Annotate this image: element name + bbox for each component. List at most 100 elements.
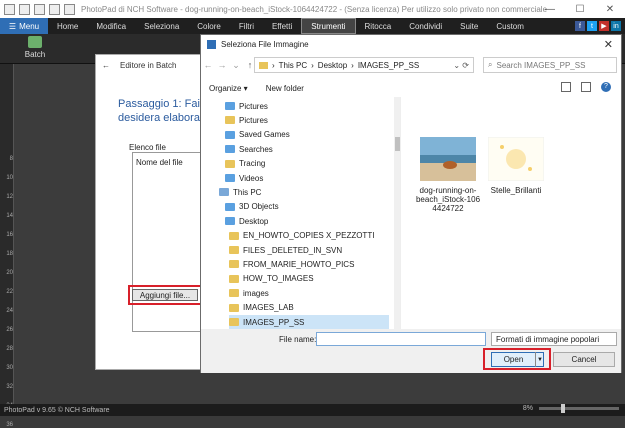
tree-item[interactable]: Pictures: [225, 99, 268, 113]
file-item-dog-label: dog-running-on-beach_iStock-106 4424722: [415, 186, 481, 213]
tree-item[interactable]: 3D Objects: [225, 200, 279, 214]
folder-icon: [225, 145, 235, 154]
recent-locations-icon[interactable]: ⌄: [229, 60, 243, 71]
tree-item-label: Desktop: [239, 216, 269, 226]
ruler-tick: 32: [6, 384, 13, 390]
folder-icon: [225, 130, 235, 139]
youtube-icon[interactable]: ▶: [599, 21, 609, 31]
tree-scrollbar[interactable]: [394, 97, 400, 361]
zoom-slider-knob[interactable]: [561, 404, 565, 413]
tree-item[interactable]: HOW_TO_IMAGES: [229, 272, 314, 286]
tab-suite[interactable]: Suite: [451, 18, 487, 34]
close-icon[interactable]: ✕: [595, 0, 625, 18]
preview-pane-icon[interactable]: [581, 82, 591, 92]
tree-item[interactable]: IMAGES_LAB: [229, 301, 294, 315]
forward-icon[interactable]: →: [215, 60, 229, 70]
folder-icon: [229, 246, 239, 254]
dialog-close-icon[interactable]: ✕: [604, 38, 613, 51]
tab-ritocca[interactable]: Ritocca: [356, 18, 401, 34]
window-title: PhotoPad di NCH Software - dog-running-o…: [81, 4, 548, 14]
ruler-tick: 22: [6, 289, 13, 295]
main-menu-button[interactable]: ☰ Menu: [0, 18, 48, 34]
minimize-icon[interactable]: —: [535, 0, 565, 18]
back-arrow-icon[interactable]: ←: [102, 61, 110, 70]
organize-button[interactable]: Organize ▾: [209, 84, 248, 93]
tree-item[interactable]: Desktop: [225, 214, 268, 228]
tab-seleziona[interactable]: Seleziona: [135, 18, 188, 34]
tab-filtri[interactable]: Filtri: [230, 18, 263, 34]
vertical-ruler: 81012141618202224262830323436: [0, 64, 14, 428]
tab-modifica[interactable]: Modifica: [87, 18, 135, 34]
breadcrumb-this-pc[interactable]: This PC: [279, 61, 307, 70]
view-options-icon[interactable]: [561, 82, 571, 92]
file-view[interactable]: dog-running-on-beach_iStock-106 4424722 S…: [411, 97, 621, 361]
tree-item[interactable]: This PC: [219, 185, 261, 199]
tree-item[interactable]: EN_HOWTO_COPIES X_PEZZOTTI: [229, 229, 374, 243]
new-icon[interactable]: [64, 3, 75, 15]
search-box[interactable]: ⌕ Search IMAGES_PP_SS: [483, 57, 617, 73]
address-bar[interactable]: › This PC › Desktop › IMAGES_PP_SS ⌄ ⟳: [254, 57, 474, 73]
address-row: ← → ⌄ ↑ › This PC › Desktop › IMAGES_PP_…: [201, 55, 621, 75]
twitter-icon[interactable]: t: [587, 21, 597, 31]
tree-item-label: FROM_MARIE_HOWTO_PICS: [243, 259, 355, 269]
back-icon[interactable]: ←: [201, 60, 215, 70]
tab-effetti[interactable]: Effetti: [263, 18, 301, 34]
folder-icon: [219, 188, 229, 197]
folder-icon: [225, 102, 235, 110]
tree-item-label: Searches: [239, 144, 273, 154]
file-name-input[interactable]: [316, 332, 486, 346]
linkedin-icon[interactable]: in: [611, 21, 621, 31]
tree-item[interactable]: Pictures: [225, 113, 268, 127]
tab-condividi[interactable]: Condividi: [400, 18, 451, 34]
menu-bar: ☰ Menu Home Modifica Seleziona Colore Filtri…: [0, 18, 625, 34]
folder-icon: [229, 289, 239, 298]
help-icon[interactable]: ?: [601, 82, 611, 92]
tree-item[interactable]: Searches: [225, 142, 273, 156]
cancel-button[interactable]: Cancel: [553, 352, 615, 367]
tree-item-label: This PC: [233, 187, 262, 197]
folder-icon: [225, 159, 235, 168]
tab-home[interactable]: Home: [48, 18, 87, 34]
dialog-title: Seleziona File Immagine: [221, 39, 309, 49]
new-folder-button[interactable]: New folder: [266, 84, 304, 93]
save-icon[interactable]: [19, 3, 30, 15]
redo-icon[interactable]: [49, 3, 60, 15]
refresh-icon[interactable]: ⌄ ⟳: [453, 61, 469, 70]
maximize-icon[interactable]: ☐: [565, 0, 595, 18]
folder-icon: [225, 116, 235, 125]
tab-colore[interactable]: Colore: [188, 18, 230, 34]
file-type-select[interactable]: Formati di immagine popolari: [491, 332, 617, 346]
ruler-tick: 36: [6, 422, 13, 428]
command-bar: Organize ▾ New folder ?: [201, 79, 621, 97]
breadcrumb-images-pp-ss[interactable]: IMAGES_PP_SS: [358, 61, 419, 70]
facebook-icon[interactable]: f: [575, 21, 585, 31]
navigation-tree[interactable]: Pictures Pictures Saved Games Searches Traci…: [201, 97, 401, 361]
tab-strumenti[interactable]: Strumenti: [301, 18, 356, 34]
tree-item[interactable]: IMAGES_PP_SS: [229, 315, 389, 329]
tab-custom[interactable]: Custom: [487, 18, 533, 34]
file-label-line: beach_iStock-106: [415, 195, 481, 204]
app-icon: [4, 3, 15, 15]
tree-item[interactable]: images: [229, 286, 269, 300]
ruler-tick: 10: [6, 175, 13, 181]
tree-item-label: Tracing: [239, 159, 266, 169]
batch-button[interactable]: Batch: [20, 36, 50, 59]
zoom-control: 8%: [523, 404, 619, 413]
ruler-tick: 12: [6, 194, 13, 200]
breadcrumb-desktop[interactable]: Desktop: [318, 61, 347, 70]
tree-scrollbar-thumb[interactable]: [395, 137, 400, 151]
ruler-tick: 26: [6, 327, 13, 333]
tree-item[interactable]: FILES _DELETED_IN_SVN: [229, 243, 342, 257]
file-item-dog[interactable]: dog-running-on-beach_iStock-106 4424722: [415, 137, 481, 213]
zoom-slider[interactable]: [539, 404, 619, 413]
tree-item[interactable]: Saved Games: [225, 128, 290, 142]
undo-icon[interactable]: [34, 3, 45, 15]
tree-item[interactable]: Videos: [225, 171, 263, 185]
tree-item[interactable]: FROM_MARIE_HOWTO_PICS: [229, 257, 354, 271]
folder-icon: [229, 318, 239, 326]
view-controls: ?: [561, 82, 611, 92]
file-item-stelle[interactable]: Stelle_Brillanti: [483, 136, 549, 195]
tree-item[interactable]: Tracing: [225, 157, 265, 171]
file-name-label: File name:: [279, 335, 317, 344]
dialog-app-icon: [207, 39, 216, 49]
